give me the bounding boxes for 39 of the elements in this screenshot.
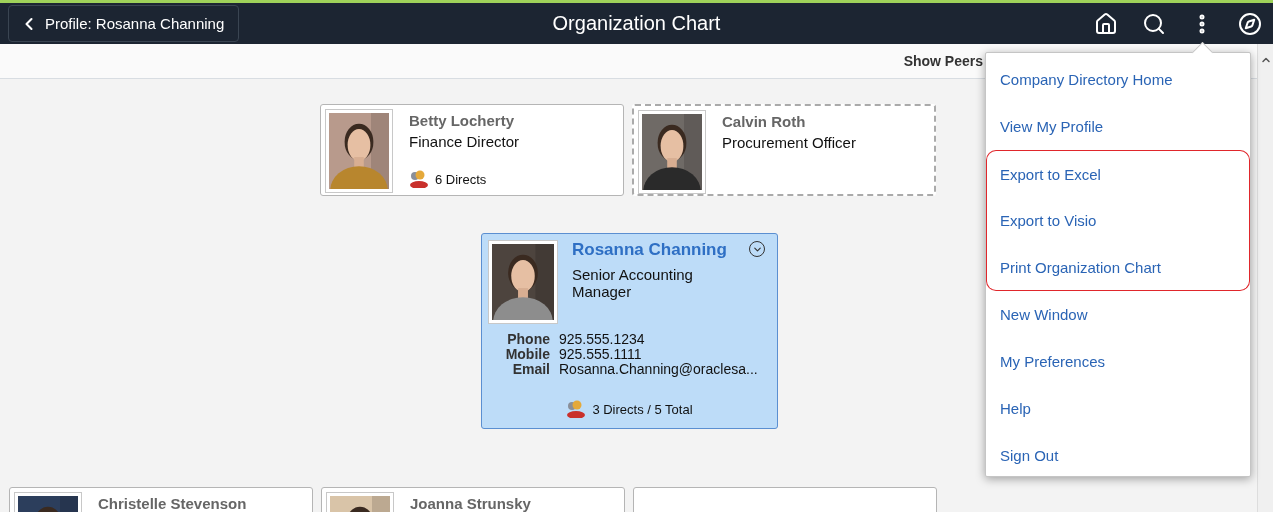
back-button[interactable]: Profile: Rosanna Channing bbox=[8, 5, 240, 42]
menu-item[interactable]: Company Directory Home bbox=[986, 56, 1250, 103]
page-title: Organization Chart bbox=[552, 12, 721, 35]
person-name: Calvin Roth bbox=[722, 113, 807, 130]
person-name: Christelle Stevenson bbox=[98, 495, 248, 512]
person-card[interactable]: Calvin Roth Procurement Officer bbox=[632, 104, 936, 196]
person-name: Joanna Strunsky bbox=[410, 495, 532, 512]
person-card[interactable]: Betty Locherty Finance Director 6 Directs bbox=[320, 104, 624, 196]
people-icon bbox=[409, 170, 429, 188]
menu-item[interactable]: New Window bbox=[986, 291, 1250, 338]
menu-item[interactable]: Export to Visio bbox=[986, 197, 1250, 244]
detail-value: 925.555.1234 bbox=[559, 332, 646, 347]
menu-item[interactable]: Print Organization Chart bbox=[986, 244, 1250, 291]
directs-count[interactable]: 6 Directs bbox=[435, 171, 487, 187]
person-card[interactable]: Christelle Stevenson bbox=[9, 487, 313, 512]
menu-item[interactable]: Help bbox=[986, 385, 1250, 432]
detail-label: Email bbox=[511, 362, 550, 377]
search-icon[interactable] bbox=[1142, 11, 1166, 36]
job-title: Finance Director bbox=[409, 133, 521, 150]
detail-label: Mobile bbox=[504, 347, 550, 362]
selected-person-card[interactable]: Rosanna Channing Senior Accounting Manager Phone 925.555.1234 Mobile 925.555.1111 Email Rosanna.Channing@oraclesa... 3 Directs / 5 Total bbox=[481, 233, 778, 429]
detail-value: Rosanna.Channing@oraclesa... bbox=[559, 362, 759, 377]
scrollbar[interactable] bbox=[1257, 44, 1273, 512]
menu-item[interactable]: Sign Out bbox=[986, 432, 1250, 479]
people-icon bbox=[566, 400, 587, 418]
directs-count[interactable]: 3 Directs / 5 Total bbox=[592, 401, 693, 417]
menu-item[interactable]: Export to Excel bbox=[986, 150, 1250, 197]
menu-item[interactable]: View My Profile bbox=[986, 103, 1250, 150]
person-card[interactable]: Joanna Strunsky bbox=[321, 487, 625, 512]
menu-item[interactable]: My Preferences bbox=[986, 338, 1250, 385]
person-name: Rosanna Channing bbox=[572, 240, 728, 260]
compass-icon[interactable] bbox=[1238, 11, 1262, 36]
job-title: Procurement Officer bbox=[722, 134, 857, 151]
show-peers-label: Show Peers bbox=[903, 53, 983, 69]
home-icon[interactable] bbox=[1094, 11, 1118, 36]
detail-value: 925.555.1111 bbox=[559, 347, 643, 362]
person-name: Betty Locherty bbox=[409, 112, 516, 129]
job-title: Senior Accounting Manager bbox=[572, 266, 694, 300]
detail-label: Phone bbox=[506, 332, 550, 347]
